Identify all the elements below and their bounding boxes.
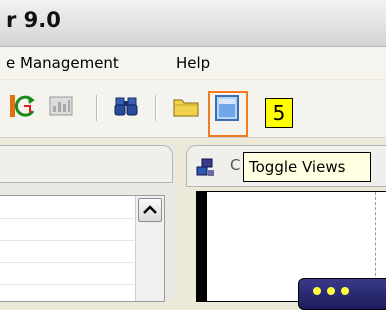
- toolbar-separator: [155, 95, 157, 121]
- scroll-up-button[interactable]: [138, 198, 162, 222]
- chart-icon: [49, 96, 73, 116]
- callout-highlight-box: [208, 91, 248, 137]
- menu-help[interactable]: Help: [176, 54, 210, 72]
- status-led: [341, 287, 349, 295]
- menu-bar: e Management Help: [0, 47, 386, 79]
- toolbar: [0, 80, 386, 138]
- open-folder-button[interactable]: [172, 92, 202, 122]
- status-led: [313, 287, 321, 295]
- chart-button[interactable]: [47, 92, 77, 122]
- vertical-scrollbar[interactable]: [135, 196, 164, 301]
- right-tab-label: C: [230, 156, 241, 174]
- find-button[interactable]: [112, 92, 142, 122]
- canvas-border: [197, 192, 207, 301]
- device-list[interactable]: [0, 195, 165, 302]
- open-folder-icon: [173, 99, 199, 117]
- list-item[interactable]: [0, 284, 134, 285]
- callout-badge: 5: [265, 98, 293, 128]
- status-led: [327, 287, 335, 295]
- menu-device-management[interactable]: e Management: [6, 54, 119, 72]
- find-binoculars-icon: [114, 97, 138, 116]
- network-map-icon: [196, 158, 214, 176]
- list-item[interactable]: [0, 240, 134, 241]
- left-panel: [0, 145, 176, 302]
- left-panel-tab[interactable]: [0, 145, 173, 183]
- toolbar-separator: [96, 95, 98, 121]
- title-bar: r 9.0: [0, 0, 386, 47]
- window-title: r 9.0: [6, 8, 61, 32]
- list-item[interactable]: [0, 218, 134, 219]
- refresh-icon: [10, 95, 35, 117]
- network-device-node[interactable]: [298, 278, 386, 310]
- list-item[interactable]: [0, 262, 134, 263]
- tooltip: Toggle Views: [243, 152, 371, 182]
- chevron-up-icon: [143, 205, 157, 214]
- refresh-button[interactable]: [10, 92, 40, 122]
